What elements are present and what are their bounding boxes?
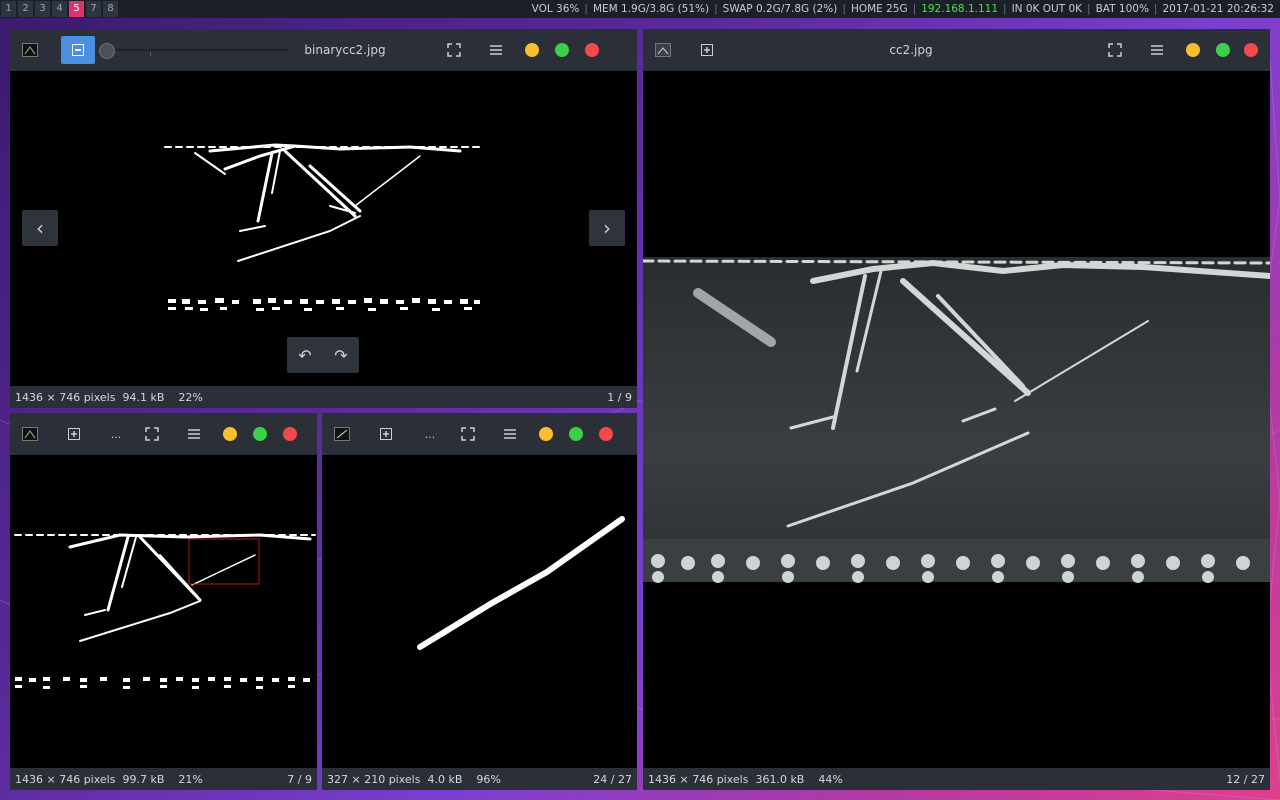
window-title: cc2.jpg [889, 43, 933, 57]
status-bar: 1436 × 746 pixels 361.0 kB 44% 12 / 27 [643, 768, 1270, 790]
workspace-1[interactable]: 1 [1, 1, 16, 17]
image-viewer-window-binary-crop: ... 1436 × 746 pixels 99.7 kB 21% 7 / 9 [10, 413, 317, 790]
image-index: 7 / 9 [287, 772, 312, 786]
status-bar: 1436 × 746 pixels 94.1 kB 22% 1 / 9 [10, 386, 637, 408]
workspace-switcher[interactable]: 1 2 3 4 5 7 8 [0, 0, 119, 18]
chevron-right-icon: › [603, 216, 611, 240]
selection-rectangle[interactable] [188, 538, 260, 585]
minimize-button[interactable] [525, 43, 539, 57]
image-info: 1436 × 746 pixels 99.7 kB 21% [15, 772, 203, 786]
image-info: 1436 × 746 pixels 94.1 kB 22% [15, 390, 203, 404]
titlebar: cc2.jpg [643, 29, 1270, 71]
minimize-button[interactable] [539, 427, 553, 441]
image-index: 1 / 9 [607, 390, 632, 404]
titlebar: binarycc2.jpg [10, 29, 637, 71]
fullscreen-icon[interactable] [441, 37, 467, 63]
next-image-button[interactable]: › [589, 210, 625, 246]
previous-image-button[interactable]: ‹ [22, 210, 58, 246]
zoom-slider[interactable] [99, 40, 289, 60]
zoom-out-icon [72, 44, 84, 56]
workspace-2[interactable]: 2 [18, 1, 33, 17]
system-status: VOL 36% | MEM 1.9G/3.8G (51%) | SWAP 0.2G/… [531, 3, 1274, 15]
rotate-controls: ↶ ↷ [287, 337, 359, 373]
maximize-button[interactable] [569, 427, 583, 441]
add-icon[interactable] [373, 421, 399, 447]
cropped-line-image [417, 516, 625, 650]
fullscreen-icon[interactable] [455, 421, 481, 447]
close-button[interactable] [585, 43, 599, 57]
status-bar: 1436 × 746 pixels 99.7 kB 21% 7 / 9 [10, 768, 317, 790]
fullscreen-icon[interactable] [139, 421, 165, 447]
menu-icon[interactable] [1144, 37, 1170, 63]
workspace-7[interactable]: 7 [86, 1, 101, 17]
binary-image-with-selection [14, 533, 316, 689]
swap-status: SWAP 0.2G/7.8G (2%) [722, 3, 838, 15]
image-thumbnail-icon[interactable] [329, 421, 355, 447]
window-title: binarycc2.jpg [304, 43, 386, 57]
image-index: 24 / 27 [593, 772, 632, 786]
workspace-4[interactable]: 4 [52, 1, 67, 17]
zoom-out-button[interactable] [61, 36, 95, 64]
more-options-button[interactable]: ... [103, 421, 129, 447]
image-index: 12 / 27 [1226, 772, 1265, 786]
image-thumbnail-icon[interactable] [650, 37, 676, 63]
image-info: 1436 × 746 pixels 361.0 kB 44% [648, 772, 843, 786]
image-canvas[interactable] [322, 455, 637, 768]
ip-address: 192.168.1.111 [921, 3, 999, 15]
maximize-button[interactable] [1216, 43, 1230, 57]
original-photo [643, 257, 1270, 583]
top-status-bar: 1 2 3 4 5 7 8 VOL 36% | MEM 1.9G/3.8G (51… [0, 0, 1280, 18]
rotate-right-icon[interactable]: ↷ [334, 346, 347, 365]
network-status: IN 0K OUT 0K [1011, 3, 1083, 15]
home-disk-status: HOME 25G [850, 3, 908, 15]
titlebar: ... [10, 413, 317, 455]
image-viewer-window-binary: binarycc2.jpg ‹ › ↶ ↷ 1436 × 746 pixels … [10, 29, 637, 408]
image-info: 327 × 210 pixels 4.0 kB 96% [327, 772, 501, 786]
chevron-left-icon: ‹ [36, 216, 44, 240]
menu-icon[interactable] [483, 37, 509, 63]
workspace-8[interactable]: 8 [103, 1, 118, 17]
battery-status: BAT 100% [1095, 3, 1149, 15]
minimize-button[interactable] [1186, 43, 1200, 57]
image-thumbnail-icon[interactable] [17, 421, 43, 447]
menu-icon[interactable] [181, 421, 207, 447]
zoom-slider-handle[interactable] [99, 43, 115, 59]
maximize-button[interactable] [253, 427, 267, 441]
image-canvas[interactable] [643, 71, 1270, 768]
status-bar: 327 × 210 pixels 4.0 kB 96% 24 / 27 [322, 768, 637, 790]
workspace-5[interactable]: 5 [69, 1, 84, 17]
titlebar: ... [322, 413, 637, 455]
volume-status: VOL 36% [531, 3, 580, 15]
image-canvas[interactable]: ‹ › ↶ ↷ [10, 71, 637, 386]
fullscreen-icon[interactable] [1102, 37, 1128, 63]
image-thumbnail-icon[interactable] [17, 37, 43, 63]
memory-status: MEM 1.9G/3.8G (51%) [592, 3, 710, 15]
close-button[interactable] [599, 427, 613, 441]
add-icon[interactable] [694, 37, 720, 63]
image-viewer-window-crop: ... 327 × 210 pixels 4.0 kB 96% 24 / 27 [322, 413, 637, 790]
more-options-button[interactable]: ... [417, 421, 443, 447]
image-canvas[interactable] [10, 455, 317, 768]
minimize-button[interactable] [223, 427, 237, 441]
menu-icon[interactable] [497, 421, 523, 447]
add-icon[interactable] [61, 421, 87, 447]
close-button[interactable] [283, 427, 297, 441]
maximize-button[interactable] [555, 43, 569, 57]
close-button[interactable] [1244, 43, 1258, 57]
clock: 2017-01-21 20:26:32 [1162, 3, 1274, 15]
workspace-3[interactable]: 3 [35, 1, 50, 17]
rotate-left-icon[interactable]: ↶ [298, 346, 311, 365]
image-viewer-window-original: cc2.jpg 1436 × 746 pixels 361.0 kB 44% 1… [643, 29, 1270, 790]
